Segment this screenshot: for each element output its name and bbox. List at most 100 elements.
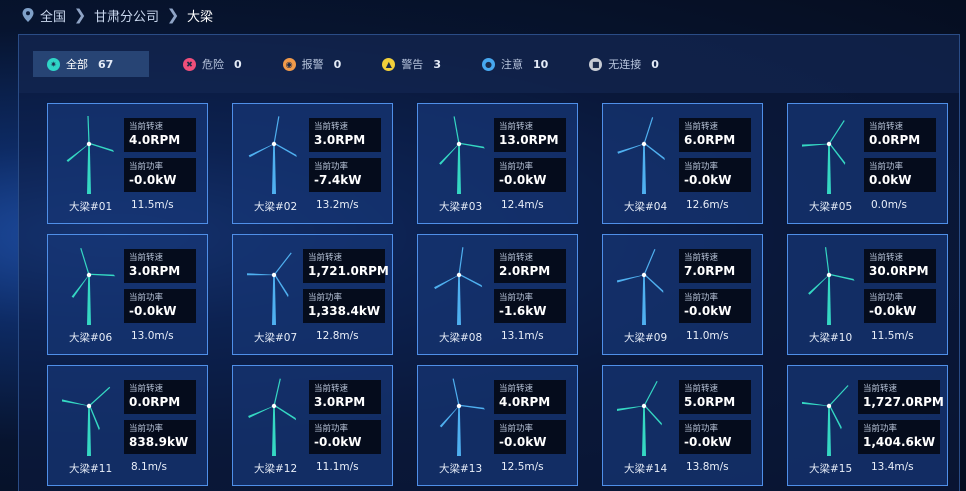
turbine-footer: 大梁#06 13.0m/s (48, 330, 207, 346)
rotor-speed-value: 0.0RPM (869, 133, 921, 147)
power-label: 当前功率 (129, 424, 164, 434)
power-value: 1,338.4kW (308, 304, 381, 318)
tab-warning[interactable]: ▲ 警告 3 (368, 51, 455, 77)
tab-count: 0 (651, 57, 659, 71)
power-value: 838.9kW (129, 435, 189, 449)
breadcrumb-item-branch[interactable]: 甘肃分公司 (94, 6, 159, 25)
turbine-card[interactable]: 当前转速 0.0RPM 当前功率 838.9kW 大梁#11 8.1m/s (47, 365, 208, 486)
turbine-name: 大梁#03 (439, 201, 483, 213)
rotor-speed-box: 当前转速 2.0RPM (494, 249, 566, 283)
power-box: 当前功率 -0.0kW (124, 289, 196, 323)
rotor-speed-box: 当前转速 1,727.0RPM (858, 380, 944, 414)
turbine-card[interactable]: 当前转速 30.0RPM 当前功率 -0.0kW 大梁#10 11.5m/s (787, 234, 948, 355)
turbine-card[interactable]: 当前转速 1,721.0RPM 当前功率 1,338.4kW 大梁#07 12.… (232, 234, 393, 355)
rotor-speed-box: 当前转速 30.0RPM (864, 249, 936, 283)
turbine-card[interactable]: 当前转速 3.0RPM 当前功率 -7.4kW 大梁#02 13.2m/s (232, 103, 393, 224)
tab-alarm[interactable]: ◉ 报警 0 (269, 51, 356, 77)
turbine-card[interactable]: 当前转速 0.0RPM 当前功率 0.0kW 大梁#05 0.0m/s (787, 103, 948, 224)
power-label: 当前功率 (499, 424, 534, 434)
rotor-speed-box: 当前转速 3.0RPM (309, 380, 381, 414)
turbine-footer: 大梁#09 11.0m/s (603, 330, 762, 346)
rotor-speed-value: 0.0RPM (129, 395, 181, 409)
turbine-card[interactable]: 当前转速 2.0RPM 当前功率 -1.6kW 大梁#08 13.1m/s (417, 234, 578, 355)
turbine-name: 大梁#04 (624, 201, 668, 213)
power-label: 当前功率 (314, 424, 349, 434)
turbine-footer: 大梁#05 0.0m/s (788, 199, 947, 215)
power-label: 当前功率 (129, 162, 164, 172)
rotor-speed-box: 当前转速 1,721.0RPM (303, 249, 389, 283)
turbine-footer: 大梁#11 8.1m/s (48, 461, 207, 477)
wind-turbine-icon (808, 247, 855, 325)
wind-speed: 11.5m/s (871, 330, 914, 342)
rotor-speed-box: 当前转速 13.0RPM (494, 118, 566, 152)
power-value: -0.0kW (869, 304, 917, 318)
turbine-footer: 大梁#08 13.1m/s (418, 330, 577, 346)
disconnected-icon: ■ (589, 57, 603, 71)
wind-turbine-icon (66, 116, 114, 194)
turbine-card[interactable]: 当前转速 4.0RPM 当前功率 -0.0kW 大梁#01 11.5m/s (47, 103, 208, 224)
danger-icon: ✖ (183, 57, 196, 71)
wind-turbine-icon (71, 248, 116, 325)
tab-label: 无连接 (608, 58, 642, 71)
rotor-speed-label: 当前转速 (314, 384, 349, 394)
rotor-speed-label: 当前转速 (499, 122, 534, 132)
breadcrumb-label-country: 全国 (40, 9, 67, 25)
power-label: 当前功率 (684, 162, 719, 172)
power-label: 当前功率 (308, 293, 343, 303)
turbine-card[interactable]: 当前转速 6.0RPM 当前功率 -0.0kW 大梁#04 12.6m/s (602, 103, 763, 224)
power-value: 1,404.6kW (863, 435, 936, 449)
rotor-speed-label: 当前转速 (499, 384, 534, 394)
rotor-speed-value: 3.0RPM (314, 133, 366, 147)
turbine-footer: 大梁#14 13.8m/s (603, 461, 762, 477)
tab-count: 0 (234, 57, 242, 71)
tab-count: 0 (333, 57, 342, 71)
rotor-speed-box: 当前转速 5.0RPM (679, 380, 751, 414)
power-value: -0.0kW (129, 173, 177, 187)
wind-turbine-icon (617, 117, 665, 194)
power-box: 当前功率 -0.0kW (494, 158, 566, 192)
turbine-name: 大梁#09 (624, 332, 668, 344)
power-value: -0.0kW (684, 173, 732, 187)
turbine-card[interactable]: 当前转速 7.0RPM 当前功率 -0.0kW 大梁#09 11.0m/s (602, 234, 763, 355)
rotor-speed-value: 7.0RPM (684, 264, 736, 278)
turbine-card[interactable]: 当前转速 5.0RPM 当前功率 -0.0kW 大梁#14 13.8m/s (602, 365, 763, 486)
wind-turbine-icon (439, 116, 485, 194)
rotor-speed-value: 3.0RPM (129, 264, 181, 278)
power-value: -0.0kW (314, 435, 362, 449)
power-box: 当前功率 1,404.6kW (858, 420, 940, 454)
turbine-card[interactable]: 当前转速 1,727.0RPM 当前功率 1,404.6kW 大梁#15 13.… (787, 365, 948, 486)
rotor-speed-label: 当前转速 (684, 384, 719, 394)
turbine-card[interactable]: 当前转速 3.0RPM 当前功率 -0.0kW 大梁#06 13.0m/s (47, 234, 208, 355)
wind-turbine-icon (248, 116, 297, 194)
turbine-footer: 大梁#12 11.1m/s (233, 461, 392, 477)
turbine-name: 大梁#10 (809, 332, 853, 344)
tab-disconnected[interactable]: ■ 无连接 0 (575, 51, 673, 77)
turbine-footer: 大梁#02 13.2m/s (233, 199, 392, 215)
wind-speed: 13.2m/s (316, 199, 359, 211)
turbine-footer: 大梁#13 12.5m/s (418, 461, 577, 477)
rotor-speed-value: 4.0RPM (499, 395, 551, 409)
rotor-speed-label: 当前转速 (684, 122, 719, 132)
tab-notice[interactable]: ● 注意 10 (468, 51, 562, 77)
tab-label: 注意 (500, 58, 523, 71)
wind-turbine-icon (802, 120, 846, 194)
tab-count: 3 (433, 57, 441, 71)
wind-turbine-icon (247, 252, 292, 325)
tab-label: 报警 (301, 58, 324, 71)
turbine-name: 大梁#13 (439, 463, 483, 475)
turbine-card[interactable]: 当前转速 4.0RPM 当前功率 -0.0kW 大梁#13 12.5m/s (417, 365, 578, 486)
rotor-speed-value: 30.0RPM (869, 264, 929, 278)
tab-danger[interactable]: ✖ 危险 0 (169, 51, 256, 77)
wind-speed: 13.8m/s (686, 461, 729, 473)
wind-turbine-icon (439, 378, 486, 456)
breadcrumb-item-site: 大梁 (187, 6, 213, 25)
tab-all[interactable]: ✷ 全部 67 (33, 51, 149, 77)
turbine-name: 大梁#02 (254, 201, 298, 213)
turbine-card[interactable]: 当前转速 3.0RPM 当前功率 -0.0kW 大梁#12 11.1m/s (232, 365, 393, 486)
turbine-footer: 大梁#10 11.5m/s (788, 330, 947, 346)
turbine-card[interactable]: 当前转速 13.0RPM 当前功率 -0.0kW 大梁#03 12.4m/s (417, 103, 578, 224)
status-filter-tabs: ✷ 全部 67 ✖ 危险 0 ◉ 报警 0 ▲ 警告 3 ● 注意 10 ■ 无… (19, 35, 959, 93)
rotor-speed-box: 当前转速 4.0RPM (494, 380, 566, 414)
turbine-name: 大梁#12 (254, 463, 298, 475)
breadcrumb-item-country[interactable]: 全国 (22, 6, 66, 25)
